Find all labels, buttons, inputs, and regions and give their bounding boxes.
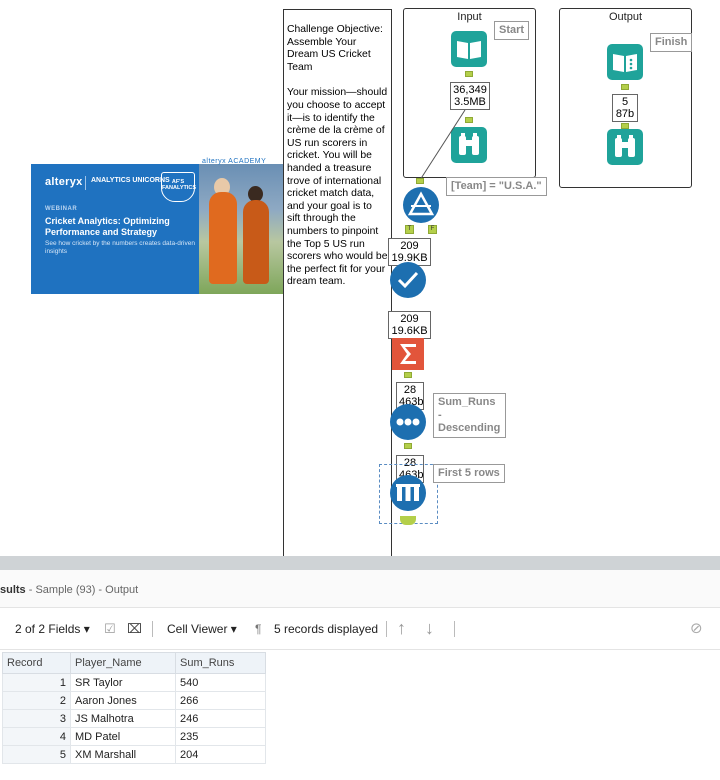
alteryx-logo: alteryx	[45, 176, 83, 188]
records-displayed-text: 5 records displayed	[274, 622, 379, 636]
select-tool[interactable]	[390, 262, 426, 298]
sort-annotation: Sum_Runs - Descending	[433, 393, 506, 438]
output-book-icon	[607, 44, 643, 80]
webinar-banner-image: alteryx ANALYTICS UNICORNS AF'S FANALYTI…	[31, 164, 283, 294]
filter-false-anchor[interactable]: F	[428, 225, 437, 234]
arrow-up-icon[interactable]: ↑	[397, 618, 406, 639]
results-subtitle: - Sample (93) - Output	[25, 584, 139, 596]
sample-icon	[390, 475, 426, 511]
table-row[interactable]: 3 JS Malhotra 246	[2, 709, 266, 728]
book-icon	[451, 31, 487, 67]
sample-tool[interactable]	[390, 475, 426, 511]
browse-tool-output[interactable]	[607, 129, 643, 165]
results-header: sults - Sample (93) - Output	[0, 570, 720, 608]
checkmark-icon	[390, 262, 426, 298]
results-toolbar: 2 of 2 Fields ▾ ☑ ⌧ Cell Viewer ▾ ¶ 5 re…	[0, 608, 720, 650]
table-row[interactable]: 2 Aaron Jones 266	[2, 691, 266, 710]
sort-tool[interactable]	[390, 404, 426, 440]
pilcrow-icon[interactable]: ¶	[255, 622, 261, 636]
checkbox-icon[interactable]: ☑	[104, 621, 116, 637]
filter-true-anchor[interactable]: T	[405, 225, 414, 234]
unicorns-logo: ANALYTICS UNICORNS	[91, 177, 170, 184]
filter-expression-annotation: [Team] = "U.S.A."	[446, 177, 547, 196]
summarize-tool[interactable]	[390, 336, 426, 372]
fanalytics-badge: AF'S FANALYTICS	[161, 172, 196, 202]
output-data-tool[interactable]	[607, 44, 643, 80]
table-row[interactable]: 5 XM Marshall 204	[2, 745, 266, 764]
filter-triangle-icon	[403, 187, 439, 223]
output-record-count: 5 87b	[612, 94, 638, 122]
table-row[interactable]: 4 MD Patel 235	[2, 727, 266, 746]
column-header-sum-runs[interactable]: Sum_Runs	[175, 652, 266, 674]
results-table: Record Player_Name Sum_Runs 1 SR Taylor 54…	[2, 652, 266, 764]
results-panel: sults - Sample (93) - Output 2 of 2 Fiel…	[0, 570, 720, 780]
banner-title: Cricket Analytics: Optimizing Performanc…	[45, 216, 170, 237]
start-annotation: Start	[494, 21, 530, 40]
output-binoculars-icon	[607, 129, 643, 165]
banner-kicker: WEBINAR	[45, 206, 78, 212]
sigma-icon	[392, 338, 424, 370]
comment-box[interactable]: Challenge Objective: Assemble Your Dream…	[283, 9, 392, 556]
banner-subtitle: See how cricket by the numbers creates d…	[45, 240, 195, 255]
workflow-canvas[interactable]: alteryx ANALYTICS UNICORNS AF'S FANALYTI…	[0, 0, 720, 556]
input-data-tool[interactable]	[451, 31, 487, 67]
close-box-icon[interactable]: ⌧	[127, 621, 142, 637]
academy-brand-text: alteryx ACADEMY	[202, 158, 267, 165]
select-record-count: 209 19.6KB	[388, 311, 431, 339]
comment-mission: Your mission—should you choose to accept…	[287, 87, 388, 288]
filter-tool[interactable]	[403, 187, 439, 223]
fields-dropdown[interactable]: 2 of 2 Fields ▾	[15, 622, 90, 636]
sort-dots-icon	[390, 404, 426, 440]
cancel-icon[interactable]: ⊘	[690, 619, 703, 637]
comment-objective: Challenge Objective: Assemble Your Dream…	[287, 24, 383, 73]
panel-splitter[interactable]	[0, 556, 720, 570]
column-header-player-name[interactable]: Player_Name	[70, 652, 176, 674]
cell-viewer-dropdown[interactable]: Cell Viewer ▾	[167, 622, 237, 636]
column-header-record[interactable]: Record	[2, 652, 71, 674]
arrow-down-icon[interactable]: ↓	[425, 618, 434, 639]
sample-annotation: First 5 rows	[433, 464, 505, 483]
output-container-title: Output	[608, 11, 643, 23]
finish-annotation: Finish	[650, 33, 693, 52]
table-row[interactable]: 1 SR Taylor 540	[2, 673, 266, 692]
results-title: sults	[0, 584, 26, 596]
